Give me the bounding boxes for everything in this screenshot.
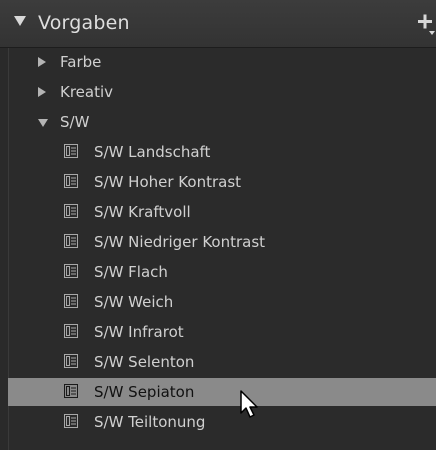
folder-sw[interactable]: S/W [8,108,436,136]
preset-label: S/W Hoher Kontrast [94,173,242,191]
preset-item[interactable]: S/W Teiltonung [8,408,436,436]
preset-item[interactable]: S/W Niedriger Kontrast [8,228,436,256]
folder-expand-icon[interactable] [38,87,46,97]
preset-icon [64,294,78,308]
preset-icon [64,264,78,278]
preset-item[interactable]: S/W Weich [8,288,436,316]
preset-item-selected[interactable]: S/W Sepiaton [8,378,436,406]
preset-item[interactable]: S/W Landschaft [8,138,436,166]
folder-expand-icon[interactable] [38,57,46,67]
preset-item[interactable]: S/W Selenton [8,348,436,376]
collapse-triangle-icon[interactable] [14,16,26,26]
preset-icon [64,144,78,158]
preset-item[interactable]: S/W Infrarot [8,318,436,346]
folder-collapse-icon[interactable] [38,119,48,127]
folder-label: Farbe [60,53,102,71]
preset-label: S/W Selenton [94,353,195,371]
folder-kreativ[interactable]: Kreativ [8,78,436,106]
preset-label: S/W Landschaft [94,143,211,161]
preset-item[interactable]: S/W Kraftvoll [8,198,436,226]
preset-label: S/W Kraftvoll [94,203,191,221]
preset-label: S/W Flach [94,263,168,281]
panel-title: Vorgaben [38,12,130,34]
folder-label: S/W [60,113,90,131]
preset-icon [64,204,78,218]
preset-label: S/W Teiltonung [94,413,206,431]
folder-label: Kreativ [60,83,114,101]
preset-icon [64,414,78,428]
preset-icon [64,174,78,188]
folder-farbe[interactable]: Farbe [8,48,436,76]
preset-label: S/W Niedriger Kontrast [94,233,266,251]
preset-icon [64,324,78,338]
preset-label: S/W Weich [94,293,174,311]
preset-icon [64,354,78,368]
presets-panel-header[interactable]: Vorgaben [0,0,436,48]
preset-item[interactable]: S/W Flach [8,258,436,286]
preset-label: S/W Infrarot [94,323,184,341]
preset-icon [64,234,78,248]
preset-item[interactable]: S/W Hoher Kontrast [8,168,436,196]
preset-icon [64,384,78,398]
plus-dropdown-icon[interactable] [416,12,436,36]
preset-label: S/W Sepiaton [94,383,195,401]
